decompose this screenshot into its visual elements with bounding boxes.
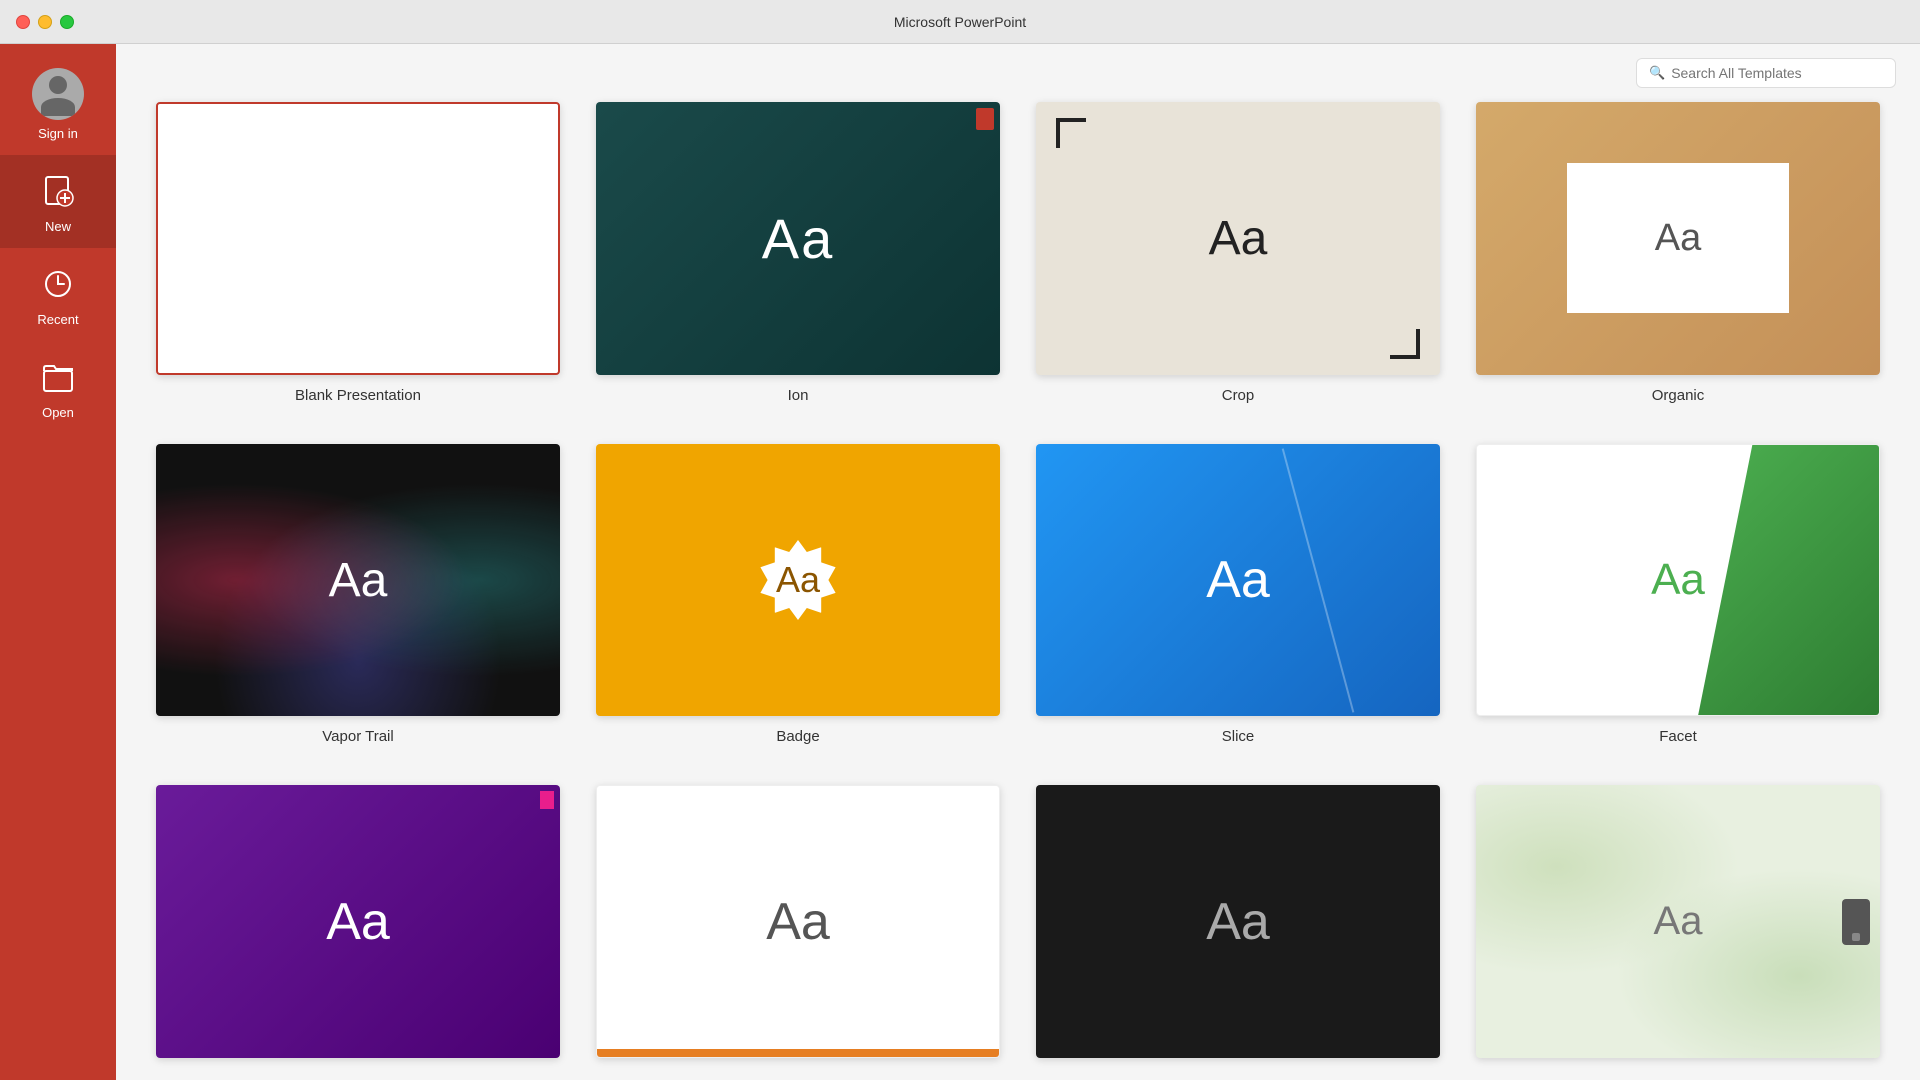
template-ion[interactable]: Aa Ion (596, 102, 1000, 404)
crop-bracket-tl (1056, 118, 1086, 148)
template-thumb-white-orange: Aa (596, 785, 1000, 1058)
white-orange-bar (597, 1049, 999, 1057)
white-orange-aa-text: Aa (766, 892, 830, 952)
ion-aa-text: Aa (762, 206, 835, 271)
organic-inner: Aa (1567, 163, 1789, 313)
purple-aa-text: Aa (326, 892, 390, 952)
purple-accent (540, 791, 554, 809)
template-dark[interactable]: Aa (1036, 785, 1440, 1070)
template-thumb-slice: Aa (1036, 444, 1440, 717)
template-crop[interactable]: Aa Crop (1036, 102, 1440, 404)
template-white-orange[interactable]: Aa (596, 785, 1000, 1070)
template-name-facet: Facet (1659, 728, 1697, 745)
title-bar: Microsoft PowerPoint (0, 0, 1920, 44)
sidebar-item-open-label: Open (42, 405, 74, 420)
template-badge[interactable]: Aa Badge (596, 444, 1000, 746)
sidebar-item-recent-label: Recent (37, 312, 78, 327)
template-thumb-blank (156, 102, 560, 375)
content-header: 🔍 (116, 44, 1920, 102)
open-icon (36, 355, 80, 399)
sidebar: Sign in New Recent (0, 44, 116, 1080)
template-thumb-crop: Aa (1036, 102, 1440, 375)
template-thumb-badge: Aa (596, 444, 1000, 717)
facet-aa-text: Aa (1651, 555, 1705, 605)
template-nature[interactable]: Aa (1476, 785, 1880, 1070)
template-thumb-nature: Aa (1476, 785, 1880, 1058)
sidebar-item-new-label: New (45, 219, 71, 234)
user-avatar-placeholder (32, 68, 84, 120)
template-thumb-ion: Aa (596, 102, 1000, 375)
template-name-blank: Blank Presentation (295, 387, 421, 404)
dark-aa-text: Aa (1206, 892, 1270, 952)
maximize-button[interactable] (60, 15, 74, 29)
window-controls (16, 15, 74, 29)
sidebar-item-recent[interactable]: Recent (0, 248, 116, 341)
facet-shape (1698, 445, 1879, 716)
slice-line (1282, 448, 1355, 712)
crop-bracket-br (1390, 329, 1420, 359)
template-name-badge: Badge (776, 728, 819, 745)
template-name-ion: Ion (788, 387, 809, 404)
template-facet[interactable]: Aa Facet (1476, 444, 1880, 746)
template-organic[interactable]: Aa Organic (1476, 102, 1880, 404)
template-thumb-organic: Aa (1476, 102, 1880, 375)
template-purple[interactable]: Aa (156, 785, 560, 1070)
signin-label: Sign in (38, 126, 78, 141)
new-icon (36, 169, 80, 213)
template-name-organic: Organic (1652, 387, 1705, 404)
search-icon: 🔍 (1649, 65, 1665, 81)
template-thumb-facet: Aa (1476, 444, 1880, 717)
template-vapor-trail[interactable]: Aa Vapor Trail (156, 444, 560, 746)
main-container: Sign in New Recent (0, 44, 1920, 1080)
nature-aa-text: Aa (1654, 899, 1703, 944)
badge-circle: Aa (758, 540, 838, 620)
recent-icon (36, 262, 80, 306)
template-name-crop: Crop (1222, 387, 1255, 404)
template-name-slice: Slice (1222, 728, 1255, 745)
templates-grid: Blank Presentation Aa Ion Aa Crop (116, 102, 1920, 1080)
template-name-vapor: Vapor Trail (322, 728, 393, 745)
template-slice[interactable]: Aa Slice (1036, 444, 1440, 746)
template-thumb-dark: Aa (1036, 785, 1440, 1058)
search-input[interactable] (1671, 65, 1883, 81)
crop-aa-text: Aa (1209, 211, 1268, 266)
sidebar-item-open[interactable]: Open (0, 341, 116, 434)
template-thumb-vapor: Aa (156, 444, 560, 717)
sidebar-item-signin[interactable]: Sign in (0, 54, 116, 155)
vapor-aa-text: Aa (329, 553, 388, 608)
template-thumb-purple: Aa (156, 785, 560, 1058)
close-button[interactable] (16, 15, 30, 29)
search-box[interactable]: 🔍 (1636, 58, 1896, 88)
avatar (32, 68, 84, 120)
app-title: Microsoft PowerPoint (894, 14, 1026, 30)
minimize-button[interactable] (38, 15, 52, 29)
nature-device (1842, 899, 1870, 945)
template-blank[interactable]: Blank Presentation (156, 102, 560, 404)
sidebar-item-new[interactable]: New (0, 155, 116, 248)
slice-aa-text: Aa (1206, 550, 1270, 610)
content-area: 🔍 Blank Presentation Aa Ion (116, 44, 1920, 1080)
